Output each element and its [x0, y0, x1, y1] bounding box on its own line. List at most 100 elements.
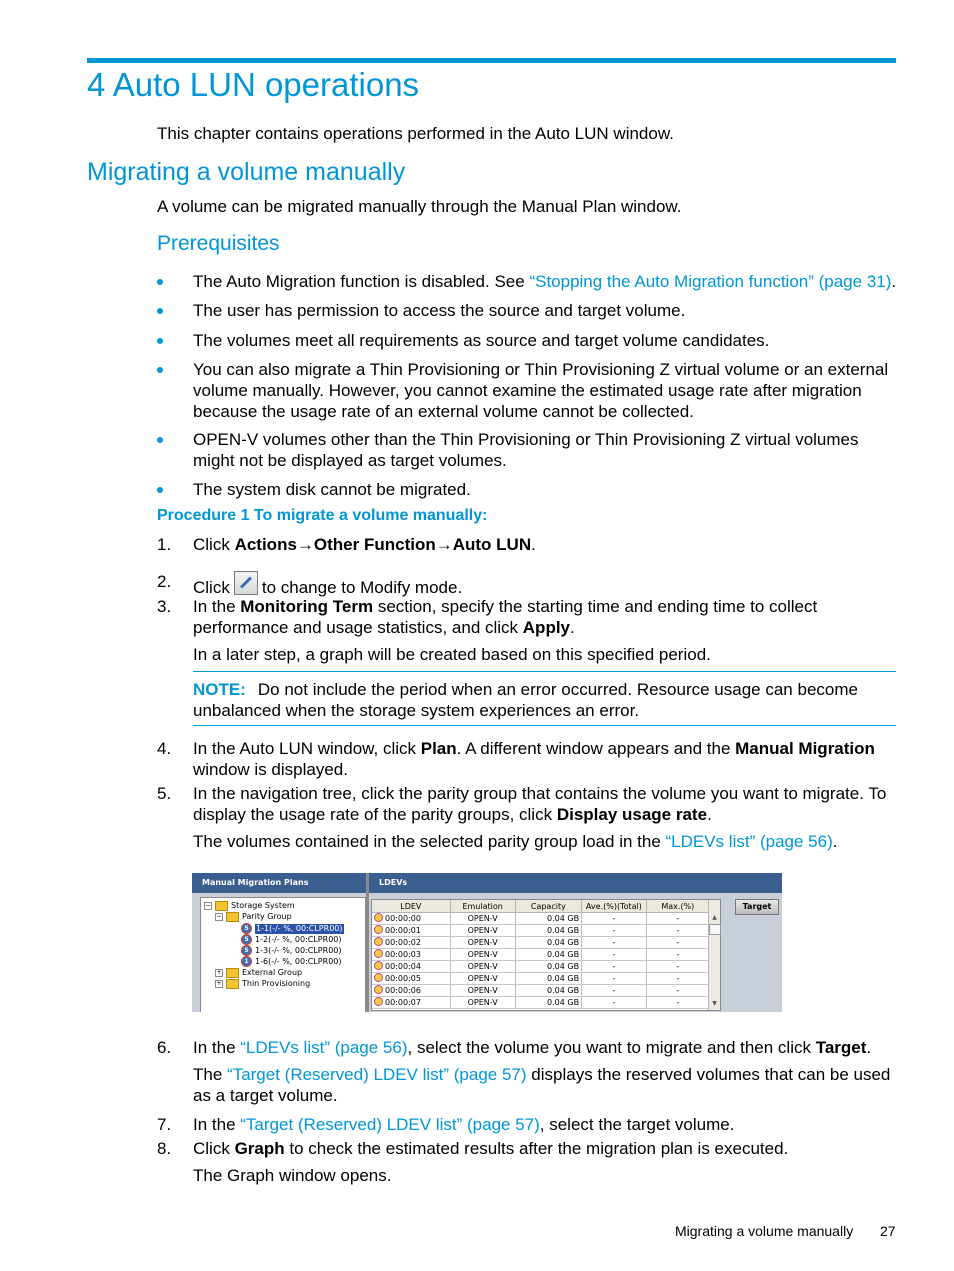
prerequisite-item: The volumes meet all requirements as sou… — [157, 330, 897, 351]
prerequisite-text: The user has permission to access the so… — [193, 301, 686, 320]
table-row[interactable]: 00:00:05 OPEN-V 0.04 GB - - — [372, 972, 711, 985]
monitoring-term-label: Monitoring Term — [240, 597, 374, 616]
manual-migration-plans-panel: Manual Migration Plans − Storage System −… — [192, 873, 366, 1012]
ldev-icon — [374, 949, 383, 958]
cell-value: OPEN-V — [467, 997, 498, 1007]
cell-value: OPEN-V — [467, 961, 498, 971]
target-reserved-ldev-list-link[interactable]: “Target (Reserved) LDEV list” (page 57) — [240, 1115, 540, 1134]
bullet-icon — [157, 367, 163, 373]
tree-node-external-group[interactable]: + External Group — [215, 968, 302, 978]
step-6-detail: The “Target (Reserved) LDEV list” (page … — [193, 1064, 897, 1106]
scroll-down-icon[interactable]: ▼ — [710, 999, 719, 1008]
cell-value: - — [612, 949, 616, 959]
cell-value: - — [676, 925, 680, 935]
table-cell: 0.04 GB — [515, 972, 583, 985]
tree-node-storage-system[interactable]: − Storage System — [204, 901, 295, 911]
step-text: to check the estimated results after the… — [284, 1139, 789, 1158]
cell-value: 0.04 GB — [547, 985, 580, 995]
apply-label: Apply — [522, 618, 571, 637]
cell-value: OPEN-V — [467, 985, 498, 995]
step-8-detail: The Graph window opens. — [193, 1166, 392, 1185]
tree-node-parity-group-item[interactable]: 1 1-6(-/- %, 00:CLPR00) — [241, 956, 342, 967]
table-cell: - — [581, 972, 647, 985]
scroll-thumb[interactable] — [709, 924, 721, 935]
step-number: 4. — [157, 739, 172, 758]
step-text: In the — [193, 1115, 241, 1134]
table-cell: 0.04 GB — [515, 924, 583, 937]
cell-value: OPEN-V — [467, 973, 498, 983]
table-cell: 00:00:06 — [372, 984, 451, 997]
punctuation: . — [531, 535, 536, 554]
target-reserved-ldev-list-link[interactable]: “Target (Reserved) LDEV list” (page 57) — [227, 1065, 527, 1084]
cell-value: 00:00:05 — [385, 974, 421, 983]
prerequisite-item: OPEN-V volumes other than the Thin Provi… — [157, 429, 897, 471]
target-button[interactable]: Target — [735, 899, 779, 915]
step-number: 8. — [157, 1139, 172, 1158]
expand-icon[interactable]: + — [215, 980, 223, 988]
table-row[interactable]: 00:00:06 OPEN-V 0.04 GB - - — [372, 984, 711, 997]
prerequisite-text: You can also migrate a Thin Provisioning… — [193, 360, 889, 421]
expand-icon[interactable]: + — [215, 969, 223, 977]
ldev-icon — [374, 913, 383, 922]
table-row[interactable]: 00:00:03 OPEN-V 0.04 GB - - — [372, 948, 711, 961]
column-header[interactable]: LDEV — [372, 900, 451, 913]
prerequisite-text: The volumes meet all requirements as sou… — [193, 331, 770, 350]
punctuation: . — [570, 618, 575, 637]
tree-node-parity-group-item[interactable]: 5 1-2(-/- %, 00:CLPR00) — [241, 934, 342, 945]
step-text: to change to Modify mode. — [261, 578, 463, 597]
prerequisite-item: The system disk cannot be migrated. — [157, 479, 897, 500]
table-row[interactable]: 00:00:00 OPEN-V 0.04 GB - - — [372, 912, 711, 925]
punctuation: . — [832, 832, 838, 851]
table-cell: - — [581, 936, 647, 949]
column-header[interactable]: Ave.(%)(Total) — [581, 900, 647, 913]
table-cell: 00:00:03 — [372, 948, 451, 961]
prerequisite-item: The Auto Migration function is disabled.… — [157, 271, 897, 292]
ldevs-table: LDEV Emulation Capacity Ave.(%)(Total) M… — [371, 899, 721, 1011]
section-title: Migrating a volume manually — [87, 158, 406, 186]
step-text: Click — [193, 1139, 235, 1158]
ldev-icon — [374, 973, 383, 982]
bullet-icon — [157, 487, 163, 493]
punctuation: . — [891, 272, 897, 291]
table-row[interactable]: 00:00:04 OPEN-V 0.04 GB - - — [372, 960, 711, 973]
table-cell: 00:00:00 — [372, 912, 451, 925]
cell-value: - — [612, 985, 616, 995]
cell-value: - — [612, 913, 616, 923]
tree-node-thin-provisioning[interactable]: + Thin Provisioning — [215, 979, 310, 989]
table-cell: - — [581, 924, 647, 937]
table-row[interactable]: 00:00:07 OPEN-V 0.04 GB - - — [372, 996, 711, 1009]
prerequisite-text: OPEN-V volumes other than the Thin Provi… — [193, 430, 859, 470]
ldevs-list-link[interactable]: “LDEVs list” (page 56) — [240, 1038, 407, 1057]
step-1: 1. Click Actions→Other Function→Auto LUN… — [157, 534, 897, 555]
table-row[interactable]: 00:00:02 OPEN-V 0.04 GB - - — [372, 936, 711, 949]
prerequisites-heading: Prerequisites — [157, 232, 280, 255]
step-number: 3. — [157, 597, 172, 616]
table-cell: OPEN-V — [450, 996, 516, 1009]
table-cell: - — [646, 936, 711, 949]
tree-node-parity-group[interactable]: − Parity Group — [215, 912, 292, 922]
step-number: 2. — [157, 572, 172, 591]
prerequisite-text: The Auto Migration function is disabled.… — [193, 272, 530, 291]
tree-label: 1-3(-/- %, 00:CLPR00) — [255, 945, 342, 955]
scroll-up-icon[interactable]: ▲ — [710, 913, 719, 922]
collapse-icon[interactable]: − — [215, 913, 223, 921]
parity-group-icon: 1 — [241, 956, 252, 967]
table-row[interactable]: 00:00:01 OPEN-V 0.04 GB - - — [372, 924, 711, 937]
tree-label: 1-1(-/- %, 00:CLPR00) — [255, 923, 344, 934]
table-cell: OPEN-V — [450, 960, 516, 973]
vertical-scrollbar[interactable]: ▲ ▼ — [708, 900, 721, 1010]
step-5: 5. In the navigation tree, click the par… — [157, 783, 897, 825]
ldevs-list-link[interactable]: “LDEVs list” (page 56) — [666, 832, 833, 851]
step-text: Click — [193, 535, 235, 554]
column-header[interactable]: Emulation — [450, 900, 516, 913]
collapse-icon[interactable]: − — [204, 902, 212, 910]
cell-value: 0.04 GB — [547, 961, 580, 971]
stopping-auto-migration-link[interactable]: “Stopping the Auto Migration function” (… — [529, 272, 891, 291]
column-header[interactable]: Max.(%) — [646, 900, 711, 913]
footer-section-title: Migrating a volume manually — [675, 1223, 854, 1239]
step-number: 6. — [157, 1038, 172, 1057]
column-header[interactable]: Capacity — [515, 900, 583, 913]
tree-node-parity-group-item[interactable]: 5 1-3(-/- %, 00:CLPR00) — [241, 945, 342, 956]
tree-node-parity-group-item[interactable]: 5 1-1(-/- %, 00:CLPR00) — [241, 923, 344, 934]
cell-value: 0.04 GB — [547, 937, 580, 947]
